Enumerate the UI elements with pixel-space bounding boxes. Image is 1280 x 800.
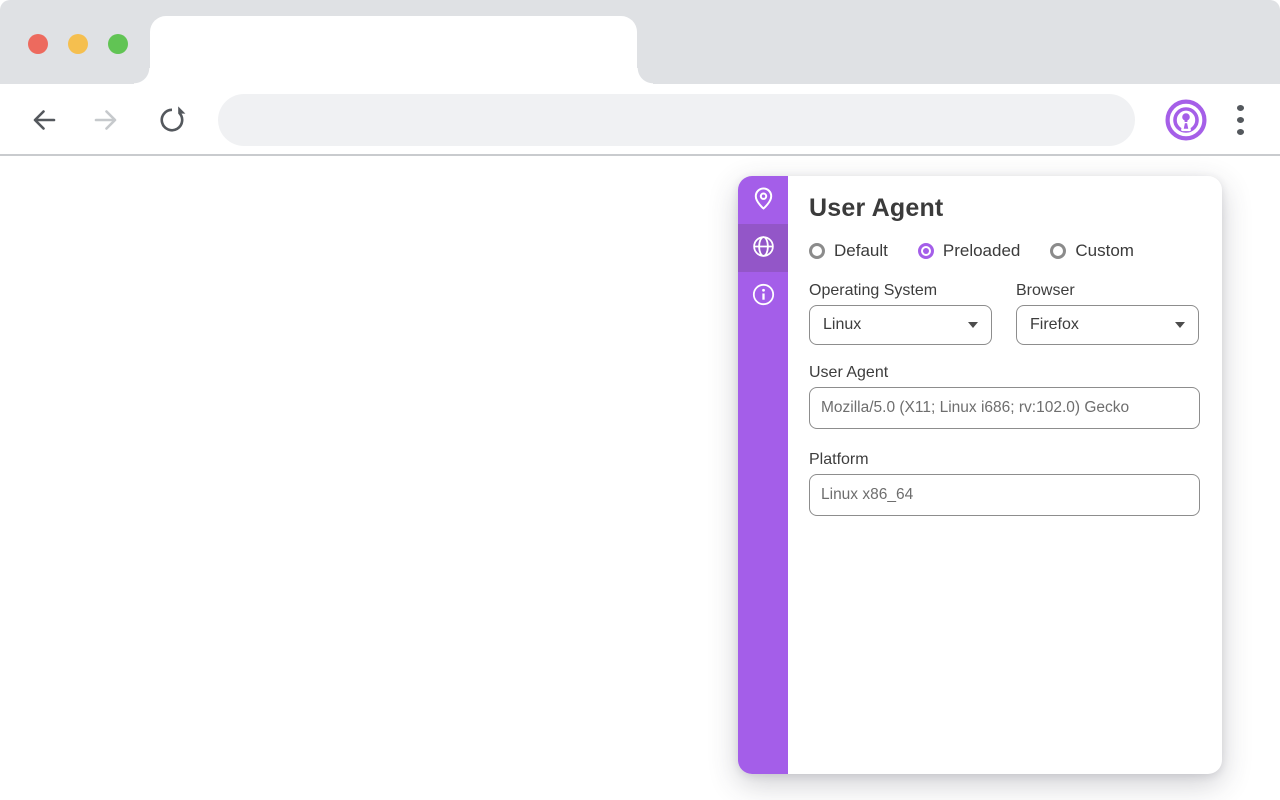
platform-label: Platform [809,451,1200,469]
user-agent-input[interactable] [809,387,1200,429]
back-arrow-icon [30,122,58,137]
globe-icon [751,234,776,262]
browser-label: Browser [1016,282,1199,300]
chevron-down-icon [1175,322,1185,328]
radio-circle-selected [918,243,934,259]
browser-value: Firefox [1030,316,1079,334]
operating-system-label: Operating System [809,282,992,300]
back-button[interactable] [30,106,58,134]
radio-custom[interactable]: Custom [1050,241,1134,261]
user-agent-label: User Agent [809,364,1200,382]
operating-system-value: Linux [823,316,861,334]
location-pin-icon [751,186,776,214]
radio-label: Custom [1075,241,1134,261]
radio-label: Preloaded [943,241,1021,261]
minimize-window-button[interactable] [68,34,88,54]
sidebar-item-user-agent[interactable] [738,224,788,272]
tab-flare-right [637,68,653,84]
tab-flare-left [134,68,150,84]
browser-toolbar [0,84,1280,156]
chevron-down-icon [968,322,978,328]
tab-bar [0,0,1280,84]
reload-button[interactable] [158,106,186,134]
info-icon [751,282,776,310]
forward-arrow-icon [92,122,120,137]
page-title: User Agent [809,194,1200,223]
close-window-button[interactable] [28,34,48,54]
popup-main: User Agent Default Preloaded Custom [788,176,1222,774]
browser-select[interactable]: Firefox [1016,305,1199,345]
radio-circle [1050,243,1066,259]
address-bar[interactable] [218,94,1135,146]
browser-window: User Agent Default Preloaded Custom [0,0,1280,798]
radio-circle [809,243,825,259]
radio-default[interactable]: Default [809,241,888,261]
kebab-menu-icon [1237,105,1244,111]
operating-system-select[interactable]: Linux [809,305,992,345]
window-controls [28,34,128,54]
browser-tab[interactable] [150,16,637,84]
user-agent-extension-icon [1164,130,1208,145]
sidebar-item-info[interactable] [738,272,788,320]
popup-sidebar [738,176,788,774]
browser-menu-button[interactable] [1231,105,1250,135]
radio-label: Default [834,241,888,261]
forward-button[interactable] [92,106,120,134]
page-content: User Agent Default Preloaded Custom [0,156,1280,798]
reload-icon [158,122,186,137]
radio-preloaded[interactable]: Preloaded [918,241,1021,261]
platform-input[interactable] [809,474,1200,516]
sidebar-item-location[interactable] [738,176,788,224]
user-agent-mode-radios: Default Preloaded Custom [809,241,1200,261]
zoom-window-button[interactable] [108,34,128,54]
extension-button[interactable] [1164,98,1208,142]
extension-popup: User Agent Default Preloaded Custom [738,176,1222,774]
